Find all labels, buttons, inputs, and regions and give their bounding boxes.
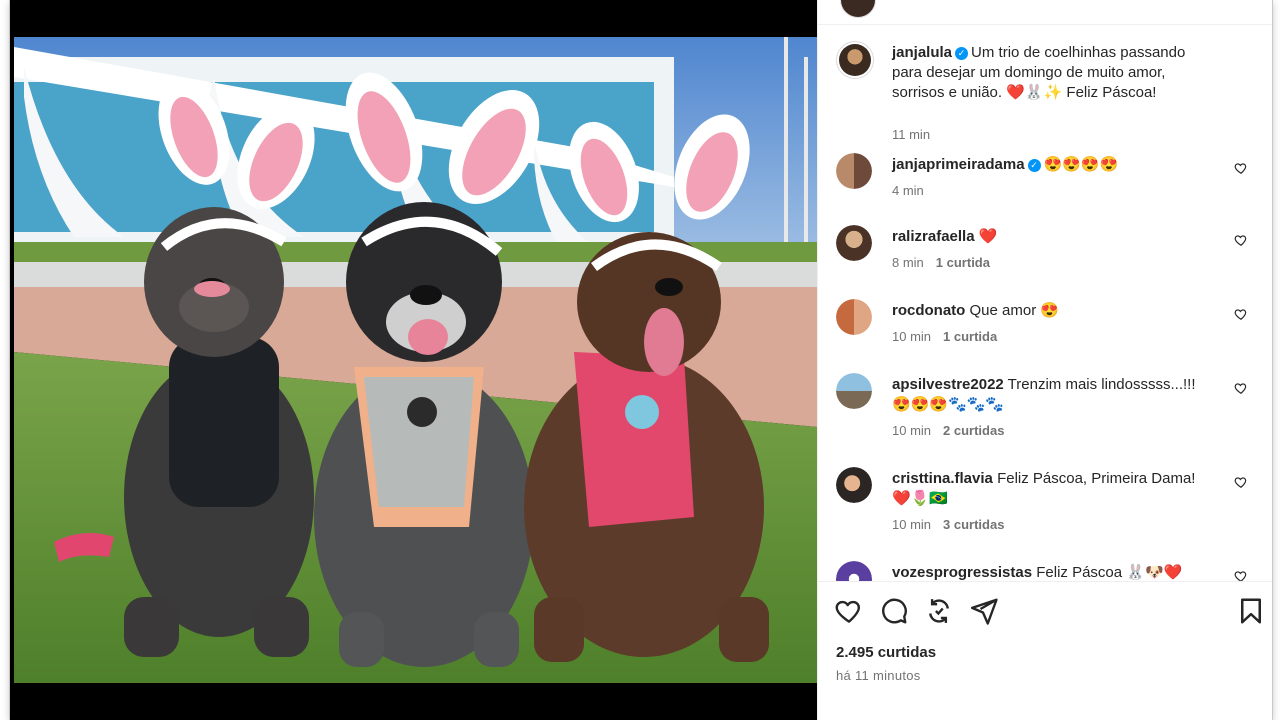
- comment-likes[interactable]: 3 curtidas: [943, 517, 1004, 532]
- caption-text-line2: para desejar um domingo de muito amor,: [892, 64, 1166, 81]
- comment-text: 😍😍😍😍: [1043, 156, 1119, 173]
- comment-bubble-icon[interactable]: [879, 596, 909, 626]
- caption-text-line3: sorrisos e união. ❤️🐰✨ Feliz Páscoa!: [892, 84, 1157, 101]
- repost-icon[interactable]: [924, 596, 954, 626]
- comment-text-continued: ❤️🌷🇧🇷: [892, 490, 949, 507]
- comment-item: vozesprogressistas Feliz Páscoa 🐰🐶❤️: [836, 561, 1256, 581]
- verified-badge-icon: ✓: [955, 47, 969, 60]
- comment-text: Feliz Páscoa, Primeira Dama!: [997, 470, 1196, 487]
- send-icon[interactable]: [969, 596, 999, 626]
- comment-username[interactable]: rocdonato: [892, 302, 965, 319]
- caption-username[interactable]: janjalula: [892, 44, 952, 61]
- post-actions-bar: 2.495 curtidas há 11 minutos: [818, 581, 1272, 720]
- comment-item: janjaprimeiradama ✓ 😍😍😍😍 4 min: [836, 153, 1256, 213]
- comment-text: Feliz Páscoa 🐰🐶❤️: [1036, 564, 1183, 581]
- post-details-panel: janjalula ✓ Um trio de coelhinhas passando…: [817, 0, 1272, 720]
- comment-avatar[interactable]: [836, 373, 872, 409]
- comments-list[interactable]: janjalula ✓ Um trio de coelhinhas passando…: [818, 25, 1272, 581]
- comment-time: 8 min: [892, 255, 924, 270]
- comment-like-heart-icon[interactable]: [1234, 307, 1248, 321]
- caption-text-line1: Um trio de coelhinhas passando: [971, 44, 1186, 61]
- post-photo[interactable]: [14, 37, 817, 683]
- comment-likes[interactable]: 1 curtida: [943, 329, 997, 344]
- comment-username[interactable]: apsilvestre2022: [892, 376, 1004, 393]
- photo-dogs-bunny-ears: [14, 37, 817, 683]
- heart-icon[interactable]: [834, 596, 864, 626]
- comment-item: cristtina.flavia Feliz Páscoa, Primeira …: [836, 467, 1256, 547]
- header-avatar[interactable]: [840, 0, 876, 18]
- comment-like-heart-icon[interactable]: [1234, 569, 1248, 581]
- post-media: [10, 0, 817, 720]
- comment-time: 10 min: [892, 517, 932, 532]
- comment-time: 10 min: [892, 329, 932, 344]
- comment-username[interactable]: janjaprimeiradama: [892, 156, 1025, 173]
- comment-avatar[interactable]: [836, 153, 872, 189]
- comment-text: ❤️: [978, 228, 998, 245]
- comment-like-heart-icon[interactable]: [1234, 381, 1248, 395]
- verified-badge-icon: ✓: [1027, 159, 1041, 172]
- comment-avatar[interactable]: [836, 299, 872, 335]
- comment-time: 10 min: [892, 423, 932, 438]
- comment-item: rocdonato Que amor 😍 10 min 1 curtida: [836, 299, 1256, 359]
- comment-likes[interactable]: 1 curtida: [936, 255, 990, 270]
- comment-text: Trenzim mais lindosssss...!!!: [1007, 376, 1196, 393]
- comment-avatar[interactable]: [836, 467, 872, 503]
- caption-avatar[interactable]: [836, 41, 874, 79]
- comment-like-heart-icon[interactable]: [1234, 233, 1248, 247]
- comment-likes[interactable]: 2 curtidas: [943, 423, 1004, 438]
- caption-time: 11 min: [892, 127, 931, 142]
- comment-time: 4 min: [892, 183, 924, 198]
- post-timestamp[interactable]: há 11 minutos: [836, 668, 921, 683]
- comment-like-heart-icon[interactable]: [1234, 161, 1248, 175]
- bookmark-icon[interactable]: [1236, 596, 1266, 626]
- comment-username[interactable]: ralizrafaella: [892, 228, 975, 245]
- comment-username[interactable]: cristtina.flavia: [892, 470, 993, 487]
- comment-text-continued: 😍😍😍🐾🐾🐾: [892, 396, 1005, 413]
- comment-username[interactable]: vozesprogressistas: [892, 564, 1032, 581]
- post-window: janjalula ✓ Um trio de coelhinhas passando…: [10, 0, 1272, 720]
- comment-item: apsilvestre2022 Trenzim mais lindosssss.…: [836, 373, 1256, 453]
- comment-avatar[interactable]: [836, 561, 872, 581]
- comment-avatar[interactable]: [836, 225, 872, 261]
- comment-text: Que amor 😍: [969, 302, 1060, 319]
- comment-like-heart-icon[interactable]: [1234, 475, 1248, 489]
- comment-item: ralizrafaella ❤️ 8 min 1 curtida: [836, 225, 1256, 285]
- likes-count[interactable]: 2.495 curtidas: [836, 644, 936, 661]
